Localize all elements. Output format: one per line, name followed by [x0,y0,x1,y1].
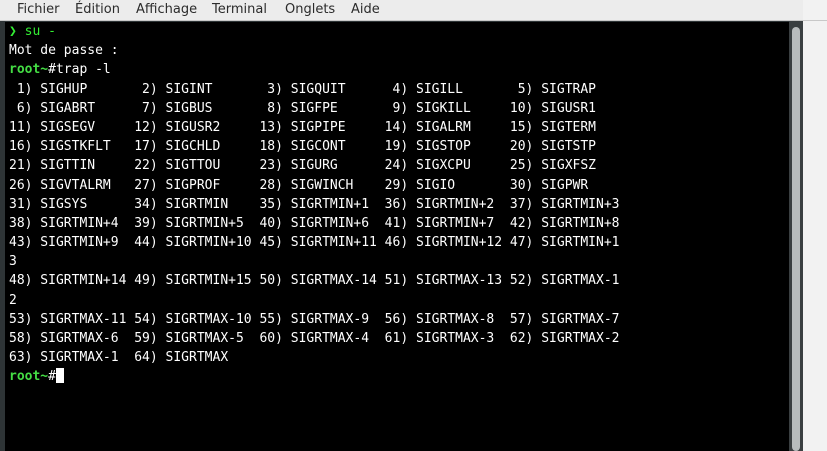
terminal-text: 3 [9,254,17,270]
terminal-line: 38) SIGRTMIN+4 39) SIGRTMIN+5 40) SIGRTM… [9,214,619,233]
terminal-line: 6) SIGABRT 7) SIGBUS 8) SIGFPE 9) SIGKIL… [9,99,619,118]
terminal-text: 16) SIGSTKFLT 17) SIGCHLD 18) SIGCONT 19… [9,139,596,155]
terminal-text: 21) SIGTTIN 22) SIGTTOU 23) SIGURG 24) S… [9,158,596,174]
terminal-text: 31) SIGSYS 34) SIGRTMIN 35) SIGRTMIN+1 3… [9,196,620,212]
terminal-line: 3 [9,252,619,271]
terminal-text: 11) SIGSEGV 12) SIGUSR2 13) SIGPIPE 14) … [9,119,596,135]
terminal-line: root~# [9,367,619,386]
menu-bar: Fichier Édition Affichage Terminal Ongle… [0,0,827,21]
terminal-text: 63) SIGRTMAX-1 64) SIGRTMAX [9,350,229,366]
menu-terminal[interactable]: Terminal [212,2,267,18]
terminal-line: 58) SIGRTMAX-6 59) SIGRTMAX-5 60) SIGRTM… [9,329,619,348]
terminal-line: ❯ su - [9,22,619,41]
terminal-line: 11) SIGSEGV 12) SIGUSR2 13) SIGPIPE 14) … [9,118,619,137]
terminal-text: 58) SIGRTMAX-6 59) SIGRTMAX-5 60) SIGRTM… [9,331,620,346]
terminal-line: 21) SIGTTIN 22) SIGTTOU 23) SIGURG 24) S… [9,156,619,175]
terminal-text: 2 [9,292,17,308]
text-cursor [55,368,64,384]
terminal-text: 48) SIGRTMIN+14 49) SIGRTMIN+15 50) SIGR… [9,273,620,289]
terminal-line: root~#trap -l [9,60,619,79]
prompt-user: root~ [9,62,49,78]
terminal-line: 31) SIGSYS 34) SIGRTMIN 35) SIGRTMIN+1 3… [9,195,619,214]
window-side-panel [803,21,827,451]
terminal-output: ❯ su - Mot de passe : root~#trap -l 1) SIG… [9,22,619,387]
terminal-text: Mot de passe : [9,43,119,59]
terminal-text: 53) SIGRTMAX-11 54) SIGRTMAX-10 55) SIGR… [9,311,620,327]
prompt-user: root~ [9,369,49,385]
terminal-line: 26) SIGVTALRM 27) SIGPROF 28) SIGWINCH 2… [9,176,619,195]
menu-affichage[interactable]: Affichage [136,2,197,18]
terminal-line: 53) SIGRTMAX-11 54) SIGRTMAX-10 55) SIGR… [9,310,619,329]
terminal-line: 16) SIGSTKFLT 17) SIGCHLD 18) SIGCONT 19… [9,137,619,156]
terminal-text: ❯ su - [9,24,56,39]
vertical-scrollbar[interactable] [789,21,803,451]
terminal-text: 43) SIGRTMIN+9 44) SIGRTMIN+10 45) SIGRT… [9,235,620,251]
terminal-line: 43) SIGRTMIN+9 44) SIGRTMIN+10 45) SIGRT… [9,233,619,252]
menu-fichier[interactable]: Fichier [17,2,60,18]
terminal-text: 38) SIGRTMIN+4 39) SIGRTMIN+5 40) SIGRTM… [9,215,620,231]
menu-aide[interactable]: Aide [351,2,380,18]
terminal-line: 1) SIGHUP 2) SIGINT 3) SIGQUIT 4) SIGILL… [9,80,619,99]
terminal-text: 1) SIGHUP 2) SIGINT 3) SIGQUIT 4) SIGILL… [9,81,596,97]
terminal-line: 63) SIGRTMAX-1 64) SIGRTMAX [9,348,619,367]
terminal-text: 6) SIGABRT 7) SIGBUS 8) SIGFPE 9) SIGKIL… [9,100,596,116]
terminal-line: 2 [9,291,619,310]
terminal-line: 48) SIGRTMIN+14 49) SIGRTMIN+15 50) SIGR… [9,271,619,290]
window-edge [803,0,827,20]
terminal-line: Mot de passe : [9,41,619,60]
terminal-text: # [48,369,56,385]
terminal-view[interactable]: ❯ su - Mot de passe : root~#trap -l 1) SIG… [5,22,789,451]
terminal-text: #trap -l [48,62,111,78]
menu-edition[interactable]: Édition [75,2,120,18]
scrollbar-thumb[interactable] [792,27,800,451]
menu-onglets[interactable]: Onglets [285,2,335,18]
terminal-text: 26) SIGVTALRM 27) SIGPROF 28) SIGWINCH 2… [9,177,589,193]
